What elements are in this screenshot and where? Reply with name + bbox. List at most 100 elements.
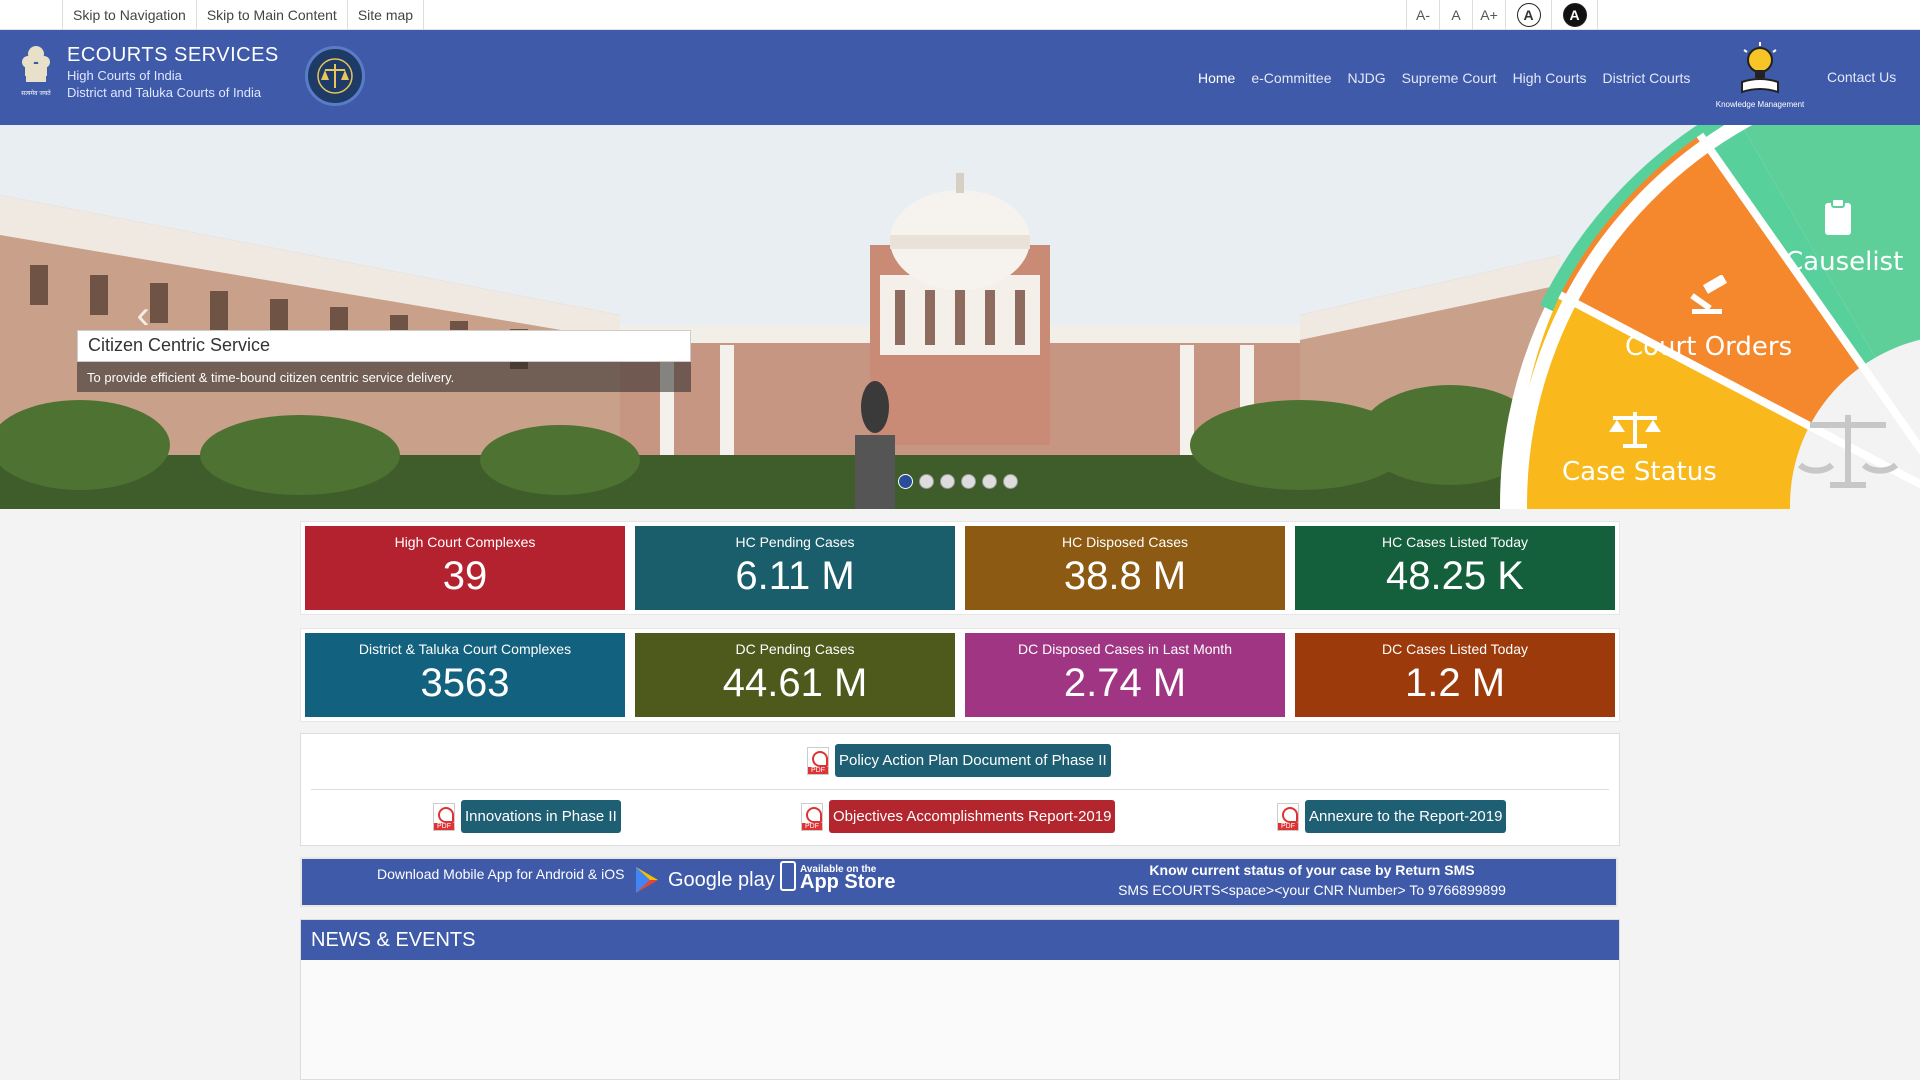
service-wheel: Causelist Court Orders Case Status: [1500, 125, 1920, 509]
innovations-phase-ii-button[interactable]: Innovations in Phase II: [461, 800, 621, 833]
causelist-link[interactable]: Causelist: [1785, 247, 1903, 277]
stat-dc-disposed-last-month[interactable]: DC Disposed Cases in Last Month 2.74 M: [965, 633, 1285, 717]
site-subtitle-dc: District and Taluka Courts of India: [67, 85, 262, 100]
pdf-icon: [801, 802, 823, 831]
slide-caption: Citizen Centric Service To provide effic…: [77, 330, 691, 392]
app-store-label: App Store: [800, 871, 896, 893]
pdf-icon: [807, 746, 829, 775]
slide-dot-2[interactable]: [919, 474, 934, 489]
site-map-link[interactable]: Site map: [348, 0, 425, 30]
contrast-light-icon: A: [1516, 3, 1541, 27]
nav-supreme-court[interactable]: Supreme Court: [1402, 70, 1497, 86]
pdf-icon: [1277, 802, 1299, 831]
stat-hc-listed-today[interactable]: HC Cases Listed Today 48.25 K: [1295, 526, 1615, 610]
main-nav: Home e-Committee NJDG Supreme Court High…: [1190, 30, 1698, 125]
stat-value: 6.11 M: [735, 554, 855, 598]
normal-contrast-button[interactable]: A: [1506, 0, 1552, 30]
sms-instructions: SMS ECOURTS<space><your CNR Number> To 9…: [1118, 882, 1506, 898]
high-contrast-button[interactable]: A: [1552, 0, 1598, 30]
ecommittee-seal-icon: [305, 46, 365, 106]
court-orders-link[interactable]: Court Orders: [1625, 332, 1792, 362]
gavel-icon: [1690, 275, 1728, 314]
emblem-motto: सत्यमेव जयते: [21, 89, 51, 97]
brand-block[interactable]: ECOURTS SERVICES High Courts of India Di…: [67, 44, 279, 101]
prev-slide-arrow[interactable]: ‹: [128, 295, 158, 335]
stat-label: HC Pending Cases: [735, 534, 855, 550]
nav-high-courts[interactable]: High Courts: [1513, 70, 1587, 86]
knowledge-management-label: Knowledge Management: [1715, 100, 1805, 109]
slide-dot-3[interactable]: [940, 474, 955, 489]
download-app-text: Download Mobile App for Android & iOS: [377, 866, 625, 882]
objectives-doc: Objectives Accomplishments Report-2019: [801, 800, 1116, 833]
innovations-doc: Innovations in Phase II: [433, 800, 621, 833]
google-play-label: Google play: [668, 868, 775, 891]
slide-indicators: [898, 474, 1018, 489]
policy-action-plan-button[interactable]: Policy Action Plan Document of Phase II: [835, 744, 1111, 777]
stat-hc-disposed[interactable]: HC Disposed Cases 38.8 M: [965, 526, 1285, 610]
clipboard-icon: [1825, 198, 1851, 235]
stat-dc-listed-today[interactable]: DC Cases Listed Today 1.2 M: [1295, 633, 1615, 717]
google-play-link[interactable]: Google play: [632, 865, 775, 895]
stat-value: 39: [442, 554, 488, 598]
site-header: सत्यमेव जयते ECOURTS SERVICES High Court…: [0, 30, 1920, 125]
stat-value: 2.74 M: [1063, 661, 1187, 705]
contrast-dark-icon: A: [1562, 3, 1587, 27]
slide-dot-6[interactable]: [1003, 474, 1018, 489]
dc-stats-row: District & Taluka Court Complexes 3563 DC…: [300, 628, 1620, 722]
stat-value: 48.25 K: [1386, 554, 1524, 598]
nav-njdg[interactable]: NJDG: [1348, 70, 1386, 86]
nav-contact-us[interactable]: Contact Us: [1827, 30, 1896, 125]
service-wheel-graphic: [1500, 125, 1920, 509]
policy-doc: Policy Action Plan Document of Phase II: [807, 744, 1111, 777]
nav-e-committee[interactable]: e-Committee: [1251, 70, 1331, 86]
skip-to-main-content-link[interactable]: Skip to Main Content: [197, 0, 348, 30]
news-events-title: NEWS & EVENTS: [301, 920, 1619, 960]
hc-stats-row: High Court Complexes 39 HC Pending Cases 6…: [300, 521, 1620, 615]
nav-district-courts[interactable]: District Courts: [1602, 70, 1690, 86]
scale-icon: [1609, 412, 1661, 448]
nav-home[interactable]: Home: [1198, 70, 1235, 86]
normal-font-button[interactable]: A: [1440, 0, 1473, 30]
slide-dot-1[interactable]: [898, 474, 913, 489]
stat-label: DC Disposed Cases in Last Month: [1018, 641, 1232, 657]
documents-panel: Policy Action Plan Document of Phase II …: [300, 733, 1620, 846]
lightbulb-book-icon: [1741, 42, 1779, 94]
stat-label: HC Disposed Cases: [1061, 534, 1189, 550]
annexure-doc: Annexure to the Report-2019: [1277, 800, 1507, 833]
stat-dc-pending[interactable]: DC Pending Cases 44.61 M: [635, 633, 955, 717]
stat-value: 3563: [420, 661, 510, 705]
stat-value: 38.8 M: [1063, 554, 1187, 598]
stat-value: 44.61 M: [722, 661, 868, 705]
slide-dot-5[interactable]: [982, 474, 997, 489]
stat-label: HC Cases Listed Today: [1381, 534, 1529, 550]
knowledge-management-link[interactable]: Knowledge Management: [1710, 42, 1810, 114]
divider: [311, 789, 1609, 790]
skip-to-navigation-link[interactable]: Skip to Navigation: [63, 0, 197, 30]
stat-hc-complexes[interactable]: High Court Complexes 39: [305, 526, 625, 610]
google-play-icon: [636, 867, 658, 893]
app-store-link[interactable]: Available on the App Store: [780, 861, 896, 893]
slide-dot-4[interactable]: [961, 474, 976, 489]
stat-dc-complexes[interactable]: District & Taluka Court Complexes 3563: [305, 633, 625, 717]
accessibility-bar: Skip to Navigation Skip to Main Content …: [0, 0, 1920, 30]
sms-title: Know current status of your case by Retu…: [1149, 862, 1475, 878]
increase-font-button[interactable]: A+: [1473, 0, 1506, 30]
stat-label: District & Taluka Court Complexes: [358, 641, 572, 657]
site-subtitle-hc: High Courts of India: [67, 68, 182, 83]
slide-caption-title: Citizen Centric Service: [77, 330, 691, 362]
stat-value: 1.2 M: [1404, 661, 1506, 705]
stat-hc-pending[interactable]: HC Pending Cases 6.11 M: [635, 526, 955, 610]
case-status-link[interactable]: Case Status: [1562, 457, 1717, 487]
stat-label: DC Pending Cases: [735, 641, 855, 657]
stat-label: DC Cases Listed Today: [1381, 641, 1529, 657]
annexure-report-button[interactable]: Annexure to the Report-2019: [1305, 800, 1507, 833]
text-size-controls: A- A A+ A A: [1406, 0, 1598, 30]
stat-label: High Court Complexes: [394, 534, 536, 550]
sms-info: Know current status of your case by Retu…: [1022, 862, 1602, 898]
mobile-app-strip: Download Mobile App for Android & iOS Go…: [300, 857, 1618, 907]
national-emblem-icon: सत्यमेव जयते: [21, 46, 51, 97]
objectives-report-button[interactable]: Objectives Accomplishments Report-2019: [829, 800, 1116, 833]
decrease-font-button[interactable]: A-: [1407, 0, 1440, 30]
skip-links: Skip to Navigation Skip to Main Content …: [62, 0, 425, 30]
slide-caption-text: To provide efficient & time-bound citize…: [77, 362, 691, 392]
